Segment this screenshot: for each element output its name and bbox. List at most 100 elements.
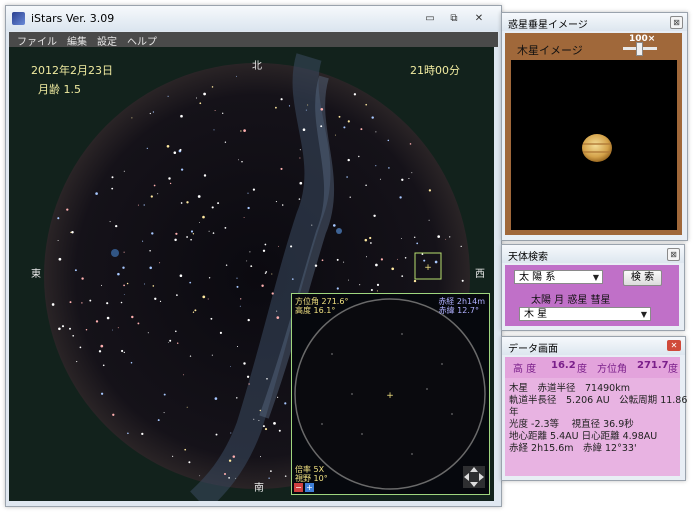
star (240, 130, 242, 132)
star (121, 349, 124, 353)
star (122, 266, 125, 269)
restore-button[interactable]: ⧉ (442, 10, 466, 27)
star (298, 198, 301, 200)
star (246, 260, 248, 262)
star (365, 184, 367, 187)
target-select[interactable]: 木 星 ▼ (519, 307, 651, 321)
menu-help[interactable]: ヘルプ (127, 33, 157, 48)
detail-line: 赤経 2h15.6m 赤緯 12°33' (509, 443, 637, 454)
star (152, 111, 155, 113)
menu-edit[interactable]: 編集 (67, 33, 87, 48)
star (348, 279, 349, 281)
minimize-button[interactable]: ▭ (418, 10, 442, 27)
star (373, 214, 376, 218)
east-label: 東 (31, 269, 41, 280)
star (112, 413, 115, 416)
pan-control-icon[interactable] (463, 466, 485, 488)
star (223, 472, 227, 476)
star (102, 364, 105, 367)
title-bar[interactable]: iStars Ver. 3.09 ▭ ⧉ ✕ (6, 6, 501, 31)
star (359, 284, 361, 286)
star (71, 230, 74, 234)
star (70, 231, 72, 234)
zoom-out-button[interactable]: − (294, 483, 303, 492)
star (250, 265, 253, 267)
star (280, 167, 283, 170)
search-window-title-bar[interactable]: 天体検索 ⊠ (502, 245, 684, 263)
star (277, 396, 279, 398)
star (346, 176, 348, 178)
star (137, 204, 139, 206)
close-button[interactable]: ✕ (467, 10, 491, 27)
chevron-down-icon: ▼ (640, 310, 647, 319)
star (311, 224, 313, 226)
star (61, 325, 65, 328)
star (365, 103, 368, 106)
search-button[interactable]: 検 索 (623, 270, 662, 286)
star (100, 392, 104, 395)
star (100, 344, 104, 348)
star (224, 141, 227, 143)
star-map[interactable]: + 2012年2月23日 21時00分 月齢 1.5 北 南 東 西 + 方位角… (9, 47, 494, 501)
star (154, 297, 157, 300)
star (186, 201, 189, 204)
star (369, 236, 372, 240)
star (252, 188, 256, 191)
star (219, 331, 222, 334)
star (236, 277, 238, 279)
star (236, 345, 239, 348)
star (159, 262, 161, 264)
star (192, 233, 195, 235)
north-label: 北 (252, 61, 262, 72)
star (321, 259, 324, 262)
detail-line: 軌道半長径 5.206 AU 公転周期 11.86 (509, 395, 688, 406)
star (117, 327, 119, 329)
star (299, 149, 301, 151)
star (247, 206, 250, 210)
star (81, 277, 84, 280)
star (157, 193, 159, 195)
data-window-close-button[interactable]: ✕ (667, 340, 681, 351)
star (163, 412, 165, 414)
star (166, 144, 170, 148)
star (172, 455, 174, 457)
star (211, 86, 214, 88)
star (112, 329, 114, 331)
zoom-in-button[interactable]: + (305, 483, 314, 492)
star (153, 184, 156, 187)
star (203, 92, 206, 96)
menu-settings[interactable]: 設定 (97, 33, 117, 48)
search-window-close-button[interactable]: ⊠ (667, 248, 680, 261)
star (66, 208, 69, 211)
planet-window-title: 惑星垂星イメージ (508, 20, 588, 31)
star (364, 238, 368, 242)
menu-bar: ファイル 編集 設定 ヘルプ (9, 32, 498, 48)
category-select[interactable]: 太 陽 系 ▼ (514, 270, 603, 284)
planet-window-close-button[interactable]: ⊠ (670, 16, 683, 29)
star (152, 285, 155, 287)
star (275, 106, 277, 109)
star (275, 201, 277, 203)
star (248, 383, 250, 385)
altitude-label: 高 度 (513, 364, 537, 375)
planet-window-title-bar[interactable]: 惑星垂星イメージ ⊠ (502, 13, 687, 31)
star (197, 195, 201, 198)
star (232, 455, 236, 458)
star (388, 167, 390, 169)
star (123, 293, 125, 295)
star (214, 397, 218, 400)
menu-file[interactable]: ファイル (17, 33, 57, 48)
star (247, 192, 249, 194)
star (423, 259, 426, 262)
star (445, 238, 447, 240)
star (111, 176, 114, 179)
star (460, 245, 462, 248)
category-value: 太 陽 系 (519, 272, 556, 283)
planet-view (511, 60, 677, 230)
zoom-view-panel[interactable]: + 方位角 271.6° 高度 16.1° 赤経 2h14m 赤緯 12.7° … (291, 293, 490, 495)
zoom-slider-thumb[interactable] (636, 42, 643, 56)
star (236, 75, 238, 77)
star (235, 477, 237, 479)
star (387, 139, 390, 142)
data-window-title-bar[interactable]: データ画面 ✕ (502, 337, 685, 355)
